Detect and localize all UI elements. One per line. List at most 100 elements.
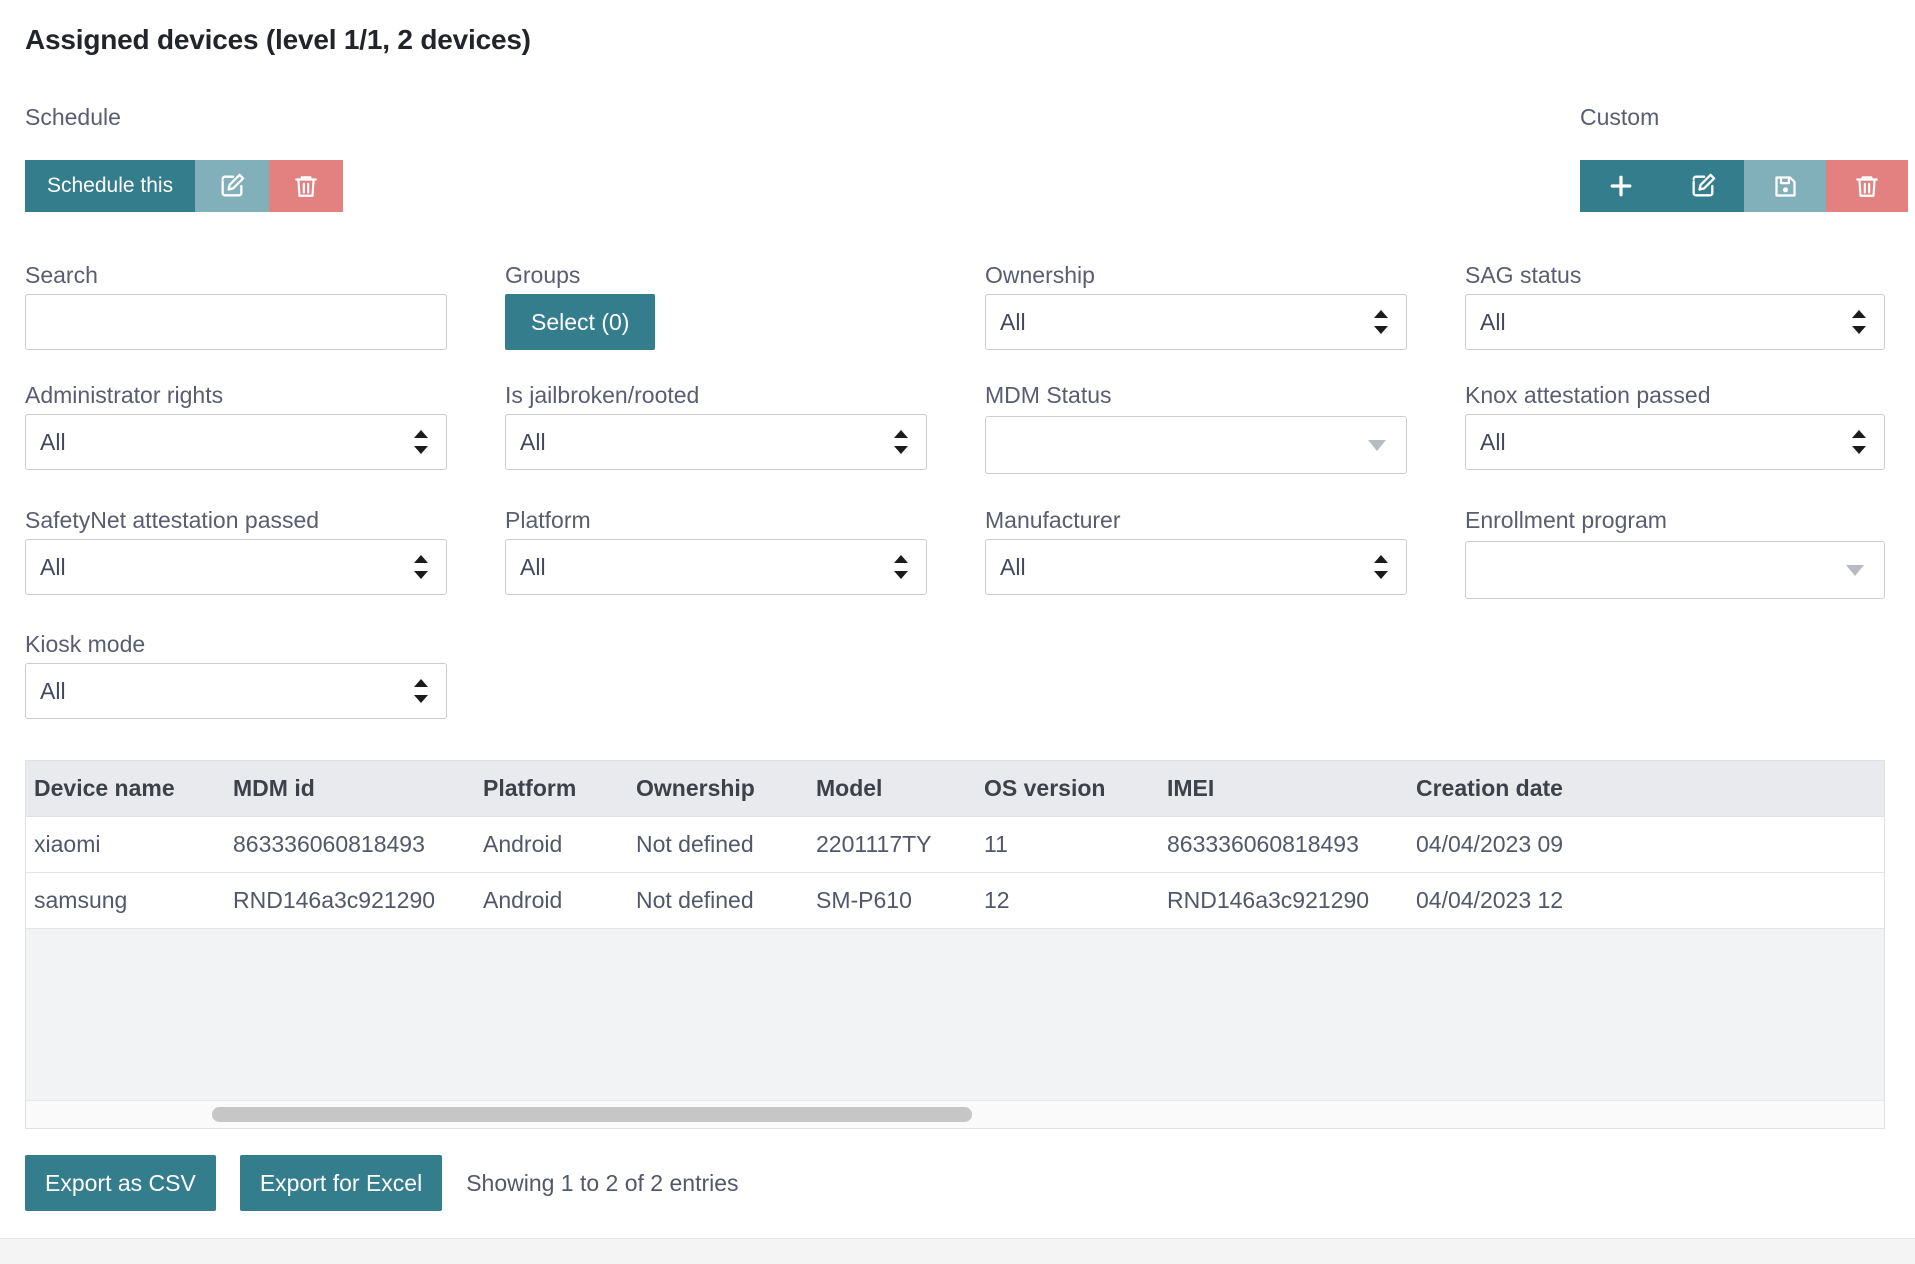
cell-creation-date: 04/04/2023 12 xyxy=(1416,872,1816,929)
spinner-arrows-icon xyxy=(1374,554,1388,580)
knox-attestation-filter-value: All xyxy=(1480,428,1506,455)
table-horizontal-scrollbar[interactable] xyxy=(26,1100,1884,1128)
cell-mdm-id: RND146a3c921290 xyxy=(233,872,483,929)
administrator-rights-filter-select[interactable]: All xyxy=(25,414,447,470)
table-scrollbar-thumb[interactable] xyxy=(212,1107,972,1122)
devices-table-body: xiaomi 863336060818493 Android Not defin… xyxy=(26,816,1884,929)
export-for-excel-button[interactable]: Export for Excel xyxy=(239,1155,443,1211)
cell-os-version: 12 xyxy=(984,872,1167,929)
cell-overflow xyxy=(1816,816,1884,873)
spinner-arrows-icon xyxy=(1852,309,1866,335)
cell-device-name: samsung xyxy=(26,872,233,929)
schedule-this-button[interactable]: Schedule this xyxy=(25,160,196,212)
cell-model: 2201117TY xyxy=(816,816,984,873)
spinner-arrows-icon xyxy=(414,554,428,580)
assigned-devices-page: Assigned devices (level 1/1, 2 devices) … xyxy=(0,0,1915,1264)
cell-imei: 863336060818493 xyxy=(1167,816,1416,873)
sag-status-filter-select[interactable]: All xyxy=(1465,294,1885,350)
trash-icon xyxy=(293,172,319,200)
manufacturer-filter-label: Manufacturer xyxy=(985,507,1121,533)
safetynet-attestation-filter-value: All xyxy=(40,553,66,580)
enrollment-program-filter-multiselect[interactable] xyxy=(1465,541,1885,599)
spinner-arrows-icon xyxy=(894,429,908,455)
safetynet-attestation-filter-select[interactable]: All xyxy=(25,539,447,595)
groups-select-button[interactable]: Select (0) xyxy=(505,294,656,350)
cell-platform: Android xyxy=(483,872,636,929)
platform-filter-label: Platform xyxy=(505,507,591,533)
column-header-creation-date[interactable]: Creation date xyxy=(1416,761,1816,817)
is-jailbroken-rooted-filter-select[interactable]: All xyxy=(505,414,927,470)
schedule-delete-button[interactable] xyxy=(269,160,344,212)
cell-imei: RND146a3c921290 xyxy=(1167,872,1416,929)
cell-device-name: xiaomi xyxy=(26,816,233,873)
column-header-model[interactable]: Model xyxy=(816,761,984,817)
plus-icon xyxy=(1606,171,1636,201)
spinner-arrows-icon xyxy=(414,429,428,455)
entries-info-text: Showing 1 to 2 of 2 entries xyxy=(466,1169,739,1196)
edit-square-pencil-icon xyxy=(218,172,246,200)
bottom-strip xyxy=(0,1238,1915,1264)
table-row[interactable]: xiaomi 863336060818493 Android Not defin… xyxy=(26,816,1884,873)
devices-table-scroll-area[interactable]: Device name MDM id Platform Ownership Mo… xyxy=(26,761,1884,1101)
enrollment-program-filter-label: Enrollment program xyxy=(1465,507,1667,533)
column-header-device-name[interactable]: Device name xyxy=(26,761,233,817)
sag-status-filter-label: SAG status xyxy=(1465,262,1582,288)
export-as-csv-button[interactable]: Export as CSV xyxy=(25,1155,216,1211)
column-header-overflow xyxy=(1816,761,1884,817)
column-header-imei[interactable]: IMEI xyxy=(1167,761,1416,817)
kiosk-mode-filter-select[interactable]: All xyxy=(25,663,447,719)
floppy-save-icon xyxy=(1772,173,1799,200)
platform-filter-select[interactable]: All xyxy=(505,539,927,595)
platform-filter-value: All xyxy=(520,553,546,580)
cell-platform: Android xyxy=(483,816,636,873)
cell-os-version: 11 xyxy=(984,816,1167,873)
trash-icon xyxy=(1854,172,1880,200)
cell-creation-date: 04/04/2023 09 xyxy=(1416,816,1816,873)
column-header-mdm-id[interactable]: MDM id xyxy=(233,761,483,817)
mdm-status-filter-label: MDM Status xyxy=(985,382,1112,408)
cell-model: SM-P610 xyxy=(816,872,984,929)
spinner-arrows-icon xyxy=(1852,429,1866,455)
mdm-status-filter-multiselect[interactable] xyxy=(985,416,1407,474)
custom-edit-button[interactable] xyxy=(1662,160,1744,212)
column-header-platform[interactable]: Platform xyxy=(483,761,636,817)
ownership-filter-value: All xyxy=(1000,308,1026,335)
spinner-arrows-icon xyxy=(1374,309,1388,335)
search-input[interactable] xyxy=(25,294,447,350)
chevron-down-icon xyxy=(1368,439,1386,451)
manufacturer-filter-select[interactable]: All xyxy=(985,539,1407,595)
manufacturer-filter-value: All xyxy=(1000,553,1026,580)
search-label: Search xyxy=(25,262,98,288)
spinner-arrows-icon xyxy=(414,678,428,704)
column-header-os-version[interactable]: OS version xyxy=(984,761,1167,817)
kiosk-mode-filter-label: Kiosk mode xyxy=(25,631,146,657)
custom-save-button[interactable] xyxy=(1744,160,1826,212)
page-title: Assigned devices (level 1/1, 2 devices) xyxy=(25,24,531,55)
devices-table-container: Device name MDM id Platform Ownership Mo… xyxy=(25,760,1885,1129)
chevron-down-icon xyxy=(1846,564,1864,576)
devices-table-head: Device name MDM id Platform Ownership Mo… xyxy=(26,761,1884,817)
edit-square-pencil-icon xyxy=(1689,172,1717,200)
knox-attestation-filter-select[interactable]: All xyxy=(1465,414,1885,470)
groups-label: Groups xyxy=(505,262,581,288)
spinner-arrows-icon xyxy=(894,554,908,580)
safetynet-attestation-filter-label: SafetyNet attestation passed xyxy=(25,507,320,533)
schedule-button-group: Schedule this xyxy=(25,160,344,212)
cell-ownership: Not defined xyxy=(636,816,816,873)
column-header-ownership[interactable]: Ownership xyxy=(636,761,816,817)
custom-add-button[interactable] xyxy=(1580,160,1662,212)
knox-attestation-filter-label: Knox attestation passed xyxy=(1465,382,1711,408)
ownership-filter-select[interactable]: All xyxy=(985,294,1407,350)
schedule-edit-button[interactable] xyxy=(195,160,270,212)
custom-delete-button[interactable] xyxy=(1826,160,1908,212)
custom-button-group xyxy=(1580,160,1908,212)
table-row[interactable]: samsung RND146a3c921290 Android Not defi… xyxy=(26,872,1884,929)
devices-table: Device name MDM id Platform Ownership Mo… xyxy=(26,761,1884,929)
is-jailbroken-rooted-filter-label: Is jailbroken/rooted xyxy=(505,382,700,408)
administrator-rights-filter-label: Administrator rights xyxy=(25,382,224,408)
cell-overflow xyxy=(1816,872,1884,929)
cell-mdm-id: 863336060818493 xyxy=(233,816,483,873)
table-header-row: Device name MDM id Platform Ownership Mo… xyxy=(26,761,1884,817)
ownership-filter-label: Ownership xyxy=(985,262,1095,288)
administrator-rights-filter-value: All xyxy=(40,428,66,455)
